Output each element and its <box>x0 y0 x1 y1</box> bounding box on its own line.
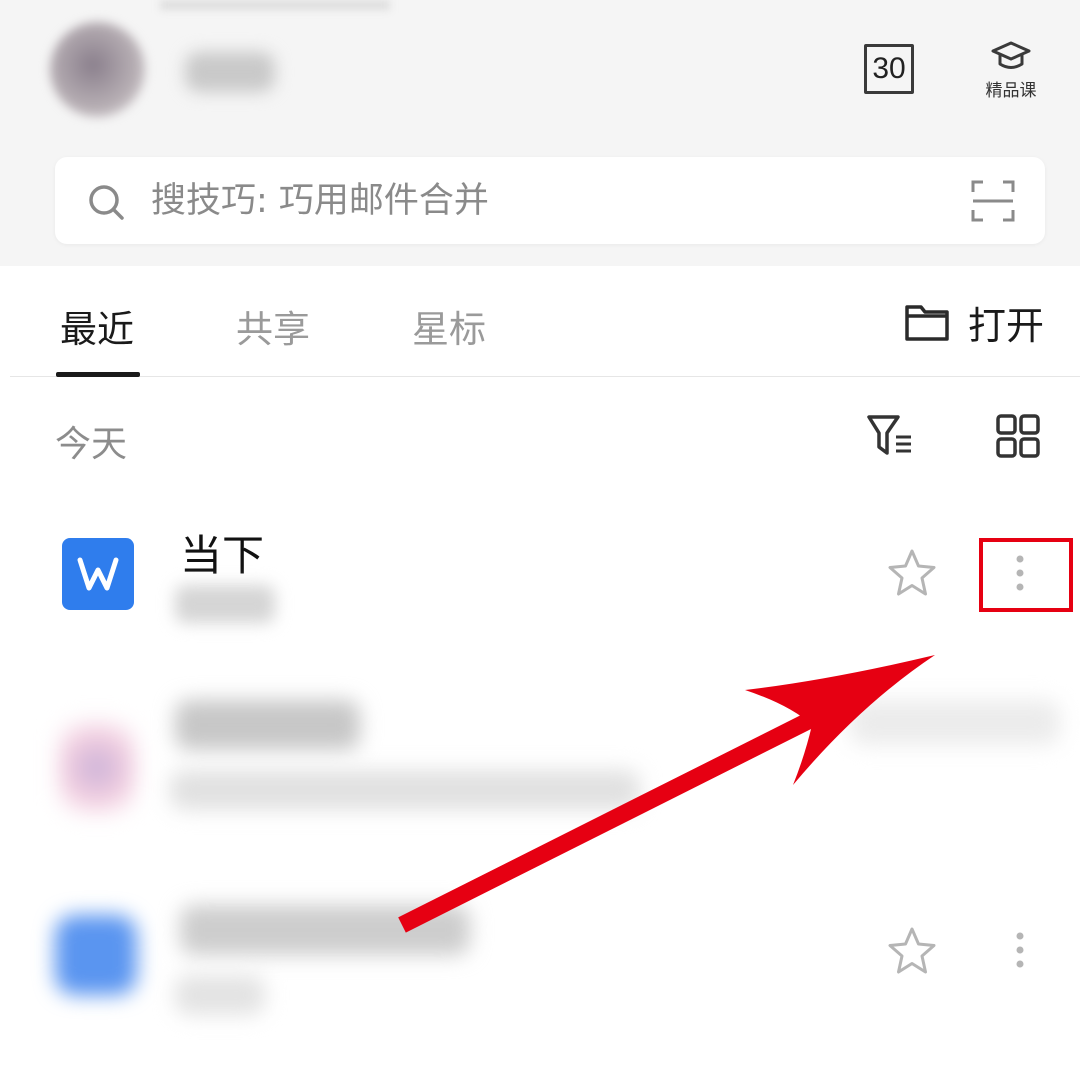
active-tab-indicator <box>56 372 140 377</box>
header: 30 精品课 <box>0 0 1080 266</box>
calendar-day: 30 <box>872 52 906 85</box>
section-today-label: 今天 <box>55 424 128 465</box>
filter-icon[interactable] <box>866 413 914 459</box>
tab-starred[interactable]: 星标 <box>412 299 486 353</box>
w-letter-icon <box>77 557 119 591</box>
star-icon[interactable] <box>886 548 938 598</box>
blurred-file-name <box>180 905 470 955</box>
more-vertical-icon <box>1016 932 1024 968</box>
tab-shared[interactable]: 共享 <box>236 299 310 353</box>
star-icon[interactable] <box>886 926 938 976</box>
tab-bar: 最近 共享 星标 打开 <box>10 267 1080 377</box>
annotation-highlight-box <box>979 538 1073 612</box>
calendar-icon[interactable]: 30 <box>864 44 914 94</box>
blurred-row-actions <box>850 700 1060 745</box>
scan-icon[interactable] <box>971 180 1015 222</box>
file-name[interactable]: 当下 <box>180 522 264 583</box>
word-doc-icon[interactable] <box>62 538 134 610</box>
username-blurred <box>185 52 275 92</box>
file-meta-blurred <box>175 585 275 623</box>
search-bar[interactable] <box>55 157 1045 244</box>
course-button[interactable]: 精品课 <box>976 40 1046 101</box>
blurred-file-name <box>175 700 360 750</box>
folder-icon <box>905 305 949 341</box>
open-label: 打开 <box>967 303 1044 348</box>
blurred-file-icon <box>55 915 137 995</box>
graduation-cap-icon <box>991 41 1031 69</box>
course-label: 精品课 <box>985 81 1037 101</box>
search-icon <box>89 185 124 220</box>
blurred-file-meta <box>175 975 265 1015</box>
blurred-file-meta <box>170 770 640 810</box>
search-input[interactable] <box>151 179 911 223</box>
tab-recent[interactable]: 最近 <box>60 299 134 353</box>
open-button[interactable]: 打开 <box>904 297 1044 348</box>
blurred-file-icon <box>58 720 136 815</box>
more-options-button[interactable] <box>1000 922 1040 982</box>
blurred-status-bar <box>160 0 390 10</box>
grid-view-icon[interactable] <box>996 414 1040 458</box>
avatar[interactable] <box>50 22 145 117</box>
